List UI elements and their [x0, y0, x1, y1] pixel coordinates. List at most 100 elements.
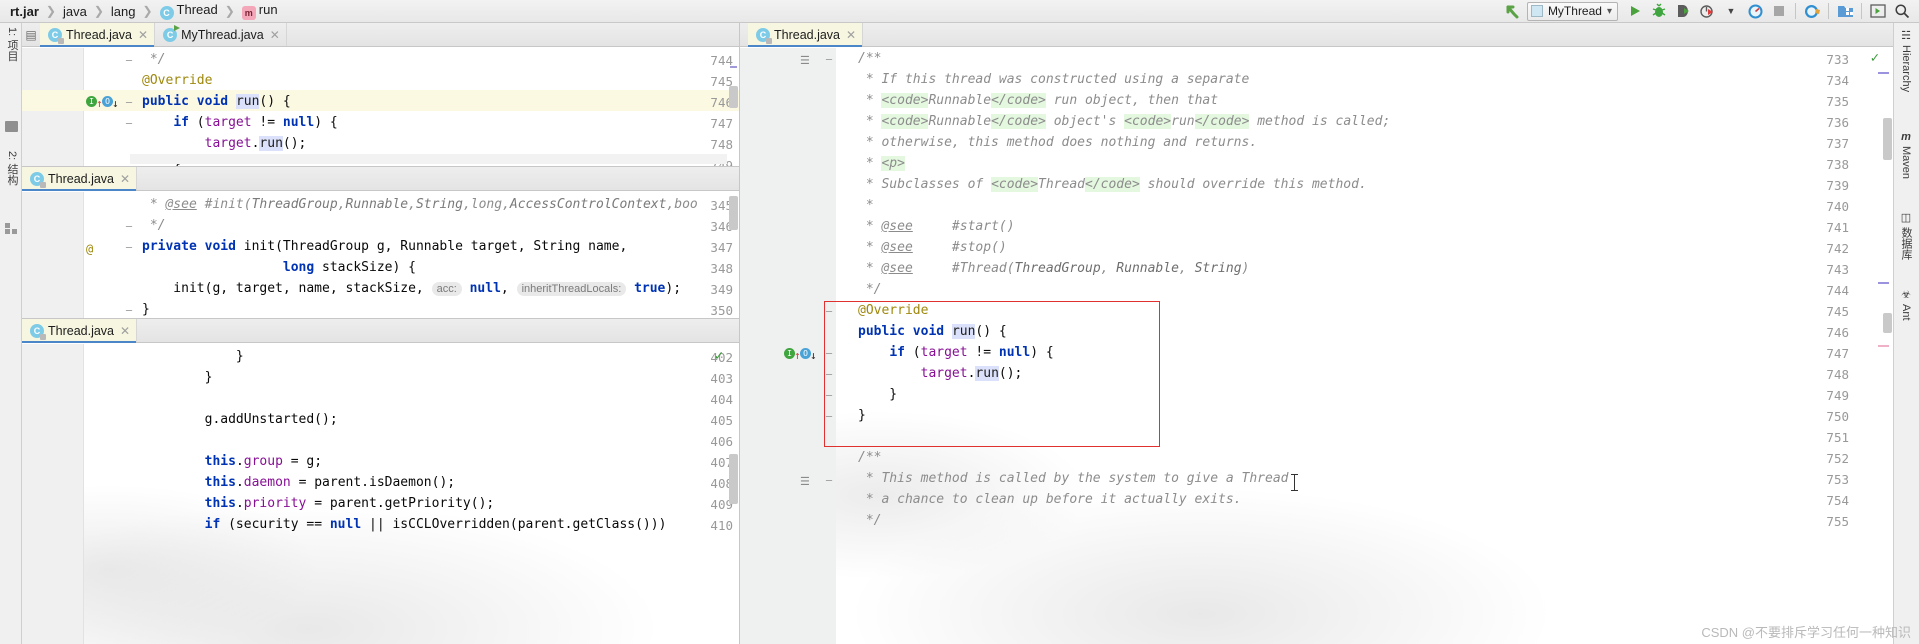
- close-icon[interactable]: ✕: [118, 172, 130, 186]
- parameter-hint-acc[interactable]: acc:: [431, 282, 462, 296]
- code-line: if (security == null || isCCLOverridden(…: [204, 517, 667, 532]
- fold-marker-icon[interactable]: ─: [126, 238, 132, 259]
- line-number: 754: [1826, 493, 1849, 508]
- line-number: 752: [1826, 451, 1849, 466]
- profile-dropdown-icon[interactable]: ▼: [1720, 1, 1742, 21]
- fold-marker-icon[interactable]: ─: [826, 50, 832, 71]
- tab-thread-java[interactable]: C Thread.java ✕: [22, 167, 138, 191]
- breadcrumb-item-run[interactable]: m run: [238, 2, 282, 20]
- scrollbar-thumb[interactable]: [729, 196, 738, 230]
- close-icon[interactable]: ✕: [118, 324, 130, 338]
- fold-marker-icon[interactable]: ─: [826, 344, 832, 365]
- fold-marker-icon[interactable]: ─: [826, 471, 832, 492]
- run-with-coverage-button[interactable]: [1672, 1, 1694, 21]
- line-number: 734: [1826, 73, 1849, 88]
- fold-marker-icon[interactable]: ─: [826, 302, 832, 323]
- javadoc-marker-icon[interactable]: ☰: [800, 50, 810, 71]
- sidebar-item-ant[interactable]: ☣ Ant: [1894, 288, 1918, 321]
- tab-thread-java[interactable]: C Thread.java ✕: [748, 23, 864, 47]
- code-area-right[interactable]: 733 734 735 736 737 738 739 740 741 742 …: [740, 48, 1893, 644]
- tab-mythread-java[interactable]: C MyThread.java ✕: [155, 23, 287, 46]
- run-button[interactable]: [1624, 1, 1646, 21]
- code-line: target.run();: [920, 366, 1023, 381]
- update-project-button[interactable]: [1834, 1, 1856, 21]
- run-anything-button[interactable]: [1867, 1, 1889, 21]
- editor-pane-mid-left: C Thread.java ✕ 345 346 347 348 349 350 …: [22, 166, 740, 318]
- code-line: */: [858, 282, 882, 297]
- top-toolbar: rt.jar ❯ java ❯ lang ❯ C Thread ❯ m run My…: [0, 0, 1919, 23]
- fold-marker-icon[interactable]: ─: [826, 407, 832, 428]
- sidebar-item-maven[interactable]: m Maven: [1894, 131, 1918, 179]
- tab-thread-java[interactable]: C Thread.java ✕: [22, 319, 138, 343]
- parameter-hint-inherit[interactable]: inheritThreadLocals:: [516, 282, 627, 296]
- sidebar-item-project[interactable]: 1: 项目: [2, 27, 20, 61]
- code-area-top-left[interactable]: 744 745 746 747 748 749 ─ ─ ─ I ↑ O ↓ */…: [22, 48, 739, 166]
- annotation-gutter-icon[interactable]: @: [86, 239, 93, 260]
- idea-window: rt.jar ❯ java ❯ lang ❯ C Thread ❯ m run My…: [0, 0, 1919, 644]
- javadoc-marker-icon[interactable]: ☰: [800, 471, 810, 492]
- sidebar-item-hierarchy[interactable]: ☵ Hierarchy: [1894, 29, 1918, 92]
- fold-marker-icon[interactable]: ─: [126, 51, 132, 72]
- code-line: if (target != null) {: [889, 345, 1054, 360]
- vertical-scrollbar-right[interactable]: [1882, 48, 1893, 644]
- code-line: this.daemon = parent.isDaemon();: [204, 475, 456, 490]
- fold-marker-icon[interactable]: ─: [126, 114, 132, 135]
- code-area-bottom-left[interactable]: 402 403 404 405 406 407 408 409 410 } } …: [22, 344, 739, 644]
- fold-marker-icon[interactable]: ─: [126, 217, 132, 238]
- code-line: * a chance to clean up before it actuall…: [858, 492, 1242, 507]
- scrollbar-thumb-secondary[interactable]: [1883, 313, 1892, 333]
- maven-icon: m: [1901, 131, 1911, 143]
- inspection-ok-icon[interactable]: ✓: [1871, 48, 1879, 69]
- tab-list-icon[interactable]: ▤: [22, 23, 40, 46]
- code-area-mid-left[interactable]: 345 346 347 348 349 350 ─ @ ─ ─ * @see #…: [22, 192, 739, 318]
- code-line: * <code>Runnable</code> object's <code>r…: [858, 114, 1391, 129]
- tab-thread-java[interactable]: C Thread.java ✕: [40, 23, 156, 47]
- fold-marker-icon[interactable]: ─: [126, 301, 132, 318]
- watermark: CSDN @不要排斥学习任何一种知识: [1701, 625, 1911, 640]
- attach-to-process-button[interactable]: [1801, 1, 1823, 21]
- sidebar-item-structure[interactable]: 2: 结构: [2, 151, 20, 185]
- stop-button[interactable]: [1768, 1, 1790, 21]
- code-line: * otherwise, this method does nothing an…: [858, 135, 1258, 150]
- code-line: */: [142, 218, 166, 233]
- close-icon[interactable]: ✕: [268, 28, 280, 42]
- debug-button[interactable]: [1648, 1, 1670, 21]
- line-number: 737: [1826, 136, 1849, 151]
- breadcrumb-item-thread[interactable]: C Thread: [156, 2, 222, 20]
- scrollbar-thumb[interactable]: [1883, 118, 1892, 160]
- profile-button[interactable]: [1696, 1, 1718, 21]
- vertical-scrollbar-mid-left[interactable]: [728, 192, 739, 318]
- fold-marker-icon[interactable]: ─: [826, 365, 832, 386]
- gutter-mid-left[interactable]: [22, 192, 84, 318]
- breadcrumb-item-rtjar[interactable]: rt.jar: [6, 4, 43, 19]
- search-everywhere-button[interactable]: [1891, 1, 1913, 21]
- vertical-scrollbar-bottom-left[interactable]: [728, 344, 739, 644]
- code-line: this.priority = parent.getPriority();: [204, 496, 495, 511]
- fold-marker-icon[interactable]: ─: [126, 93, 132, 114]
- breadcrumb-item-run-label: run: [258, 2, 278, 17]
- line-number: 741: [1826, 220, 1849, 235]
- scrollbar-thumb[interactable]: [729, 454, 738, 504]
- run-configuration-selector[interactable]: MyThread ▾: [1526, 1, 1618, 21]
- horizontal-scrollbar-top-left[interactable]: [130, 154, 727, 164]
- sidebar-item-database[interactable]: ◫ 数据库: [1894, 211, 1918, 260]
- breadcrumb: rt.jar ❯ java ❯ lang ❯ C Thread ❯ m run: [0, 2, 282, 20]
- gutter-bottom-left[interactable]: [22, 344, 84, 644]
- editor-tabs-bottom-left: C Thread.java ✕: [22, 319, 739, 343]
- code-line: }: [142, 370, 213, 385]
- chevron-down-icon[interactable]: ▾: [1607, 6, 1612, 17]
- close-icon[interactable]: ✕: [136, 28, 148, 42]
- inspection-ok-icon[interactable]: ✓: [715, 346, 723, 367]
- close-icon[interactable]: ✕: [844, 28, 856, 42]
- run-dashboard-button[interactable]: [1744, 1, 1766, 21]
- overrides-arrow-icon: ↓: [112, 97, 119, 110]
- back-arrow-icon[interactable]: [1503, 1, 1525, 21]
- code-line: private void init(ThreadGroup g, Runnabl…: [142, 239, 628, 254]
- fold-marker-icon[interactable]: ─: [826, 386, 832, 407]
- breadcrumb-item-lang[interactable]: lang: [107, 4, 140, 19]
- class-run-icon: C: [163, 24, 181, 42]
- breadcrumb-item-java[interactable]: java: [59, 4, 91, 19]
- scrollbar-thumb[interactable]: [729, 86, 738, 108]
- code-line: }: [142, 349, 244, 364]
- line-number: 743: [1826, 262, 1849, 277]
